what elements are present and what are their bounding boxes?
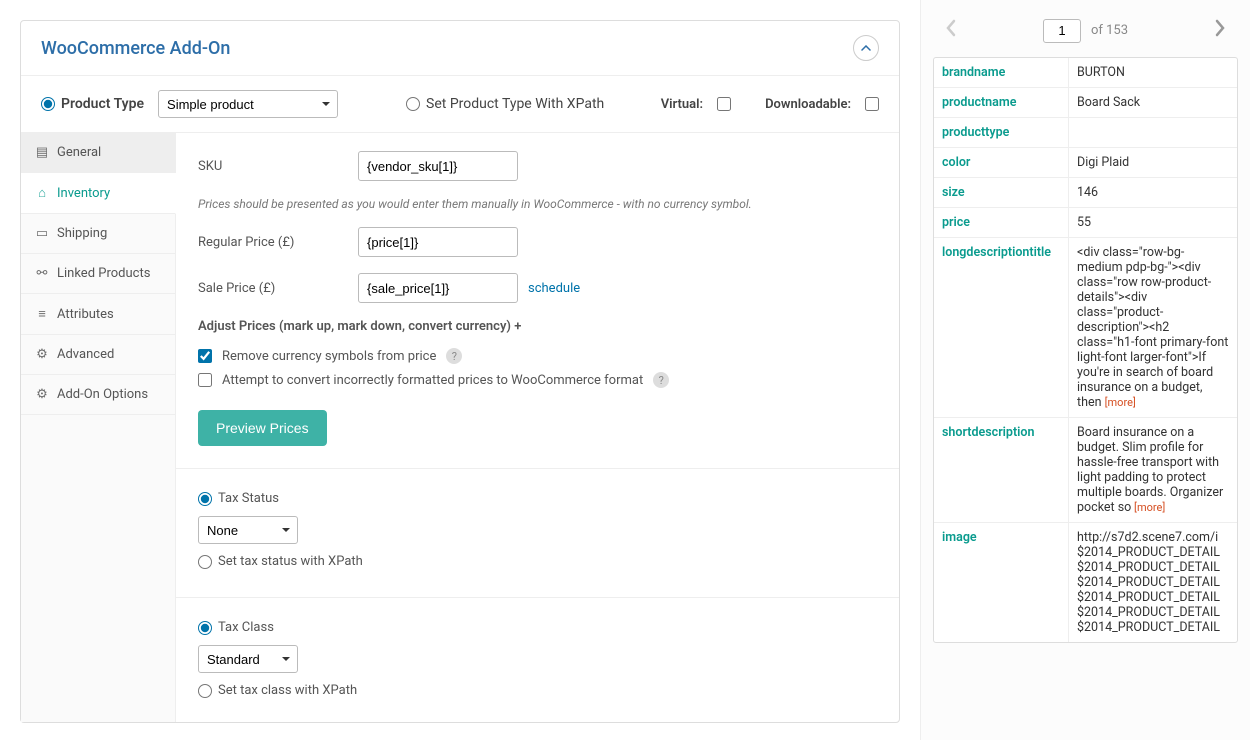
link-icon: ⚯ bbox=[35, 266, 49, 281]
table-key: longdescriptiontitle bbox=[934, 238, 1069, 417]
tab-advanced[interactable]: ⚙Advanced bbox=[21, 335, 175, 375]
collapse-panel-button[interactable] bbox=[853, 35, 879, 61]
tax-class-radio-wrap[interactable]: Tax Class bbox=[198, 620, 877, 635]
price-note: Prices should be presented as you would … bbox=[198, 197, 877, 211]
table-row: shortdescriptionBoard insurance on a bud… bbox=[934, 418, 1237, 523]
tax-status-xpath-radio-wrap[interactable]: Set tax status with XPath bbox=[198, 554, 877, 569]
table-key: shortdescription bbox=[934, 418, 1069, 522]
table-row: longdescriptiontitle<div class="row-bg-m… bbox=[934, 238, 1237, 418]
more-link[interactable]: [more] bbox=[1105, 396, 1136, 409]
product-type-xpath-label: Set Product Type With XPath bbox=[426, 96, 604, 112]
chevron-left-icon bbox=[945, 19, 957, 37]
table-value: 55 bbox=[1069, 208, 1237, 237]
regular-price-label: Regular Price (£) bbox=[198, 235, 348, 250]
pager-next-button[interactable] bbox=[1206, 18, 1234, 43]
convert-format-checkbox[interactable] bbox=[198, 373, 212, 387]
table-key: producttype bbox=[934, 118, 1069, 147]
preview-prices-button[interactable]: Preview Prices bbox=[198, 410, 327, 446]
tax-class-xpath-radio[interactable] bbox=[198, 684, 212, 698]
table-key: price bbox=[934, 208, 1069, 237]
table-value: http://s7d2.scene7.com/i $2014_PRODUCT_D… bbox=[1069, 523, 1237, 642]
tax-status-xpath-label: Set tax status with XPath bbox=[218, 554, 363, 569]
pager-prev-button[interactable] bbox=[937, 18, 965, 43]
tax-class-xpath-radio-wrap[interactable]: Set tax class with XPath bbox=[198, 683, 877, 698]
tab-addon-options[interactable]: ⚙Add-On Options bbox=[21, 375, 175, 415]
table-value: 146 bbox=[1069, 178, 1237, 207]
sku-input[interactable] bbox=[358, 151, 518, 181]
product-type-label: Product Type bbox=[61, 96, 144, 112]
product-type-xpath-radio-wrap[interactable]: Set Product Type With XPath bbox=[406, 96, 604, 112]
tax-class-select[interactable]: Standard bbox=[198, 645, 298, 673]
table-value: Board Sack bbox=[1069, 88, 1237, 117]
tax-class-radio[interactable] bbox=[198, 621, 212, 635]
regular-price-input[interactable] bbox=[358, 227, 518, 257]
tab-general[interactable]: ▤General bbox=[21, 133, 175, 173]
tax-class-label: Tax Class bbox=[218, 620, 274, 635]
product-type-radio[interactable] bbox=[41, 97, 55, 111]
product-type-xpath-radio[interactable] bbox=[406, 97, 420, 111]
table-key: size bbox=[934, 178, 1069, 207]
virtual-checkbox[interactable] bbox=[717, 97, 731, 111]
tab-inventory[interactable]: ⌂Inventory bbox=[21, 173, 176, 214]
help-icon[interactable]: ? bbox=[653, 372, 669, 388]
tab-attributes[interactable]: ≡Attributes bbox=[21, 294, 175, 335]
convert-format-label: Attempt to convert incorrectly formatted… bbox=[222, 373, 643, 388]
table-key: color bbox=[934, 148, 1069, 177]
table-key: productname bbox=[934, 88, 1069, 117]
table-value: Board insurance on a budget. Slim profil… bbox=[1069, 418, 1237, 522]
sku-label: SKU bbox=[198, 159, 348, 174]
table-row: price55 bbox=[934, 208, 1237, 238]
downloadable-label: Downloadable: bbox=[765, 97, 851, 112]
table-value bbox=[1069, 118, 1237, 147]
tab-linked-products[interactable]: ⚯Linked Products bbox=[21, 254, 175, 294]
table-value: <div class="row-bg-medium pdp-bg-"><div … bbox=[1069, 238, 1237, 417]
wrench-icon: ▤ bbox=[35, 145, 49, 160]
tax-status-label: Tax Status bbox=[218, 491, 279, 506]
table-row: brandnameBURTON bbox=[934, 58, 1237, 88]
table-value: BURTON bbox=[1069, 58, 1237, 87]
product-type-radio-wrap[interactable]: Product Type bbox=[41, 96, 144, 112]
tax-status-radio[interactable] bbox=[198, 492, 212, 506]
inventory-icon: ⌂ bbox=[35, 185, 49, 201]
gear-icon: ⚙ bbox=[35, 387, 49, 402]
table-row: imagehttp://s7d2.scene7.com/i $2014_PROD… bbox=[934, 523, 1237, 642]
list-icon: ≡ bbox=[35, 306, 49, 322]
chevron-up-icon bbox=[861, 45, 871, 51]
table-row: producttype bbox=[934, 118, 1237, 148]
table-key: image bbox=[934, 523, 1069, 642]
gear-icon: ⚙ bbox=[35, 347, 49, 362]
tax-status-xpath-radio[interactable] bbox=[198, 555, 212, 569]
table-row: size146 bbox=[934, 178, 1237, 208]
remove-currency-checkbox[interactable] bbox=[198, 349, 212, 363]
more-link[interactable]: [more] bbox=[1131, 501, 1165, 514]
tax-class-xpath-label: Set tax class with XPath bbox=[218, 683, 357, 698]
table-row: productnameBoard Sack bbox=[934, 88, 1237, 118]
sale-price-input[interactable] bbox=[358, 273, 518, 303]
downloadable-checkbox[interactable] bbox=[865, 97, 879, 111]
remove-currency-label: Remove currency symbols from price bbox=[222, 349, 436, 364]
schedule-link[interactable]: schedule bbox=[528, 281, 580, 296]
truck-icon: ▭ bbox=[35, 226, 49, 241]
table-value: Digi Plaid bbox=[1069, 148, 1237, 177]
panel-title: WooCommerce Add-On bbox=[41, 38, 230, 59]
preview-data-table: brandnameBURTONproductnameBoard Sackprod… bbox=[933, 57, 1238, 643]
pager-current-input[interactable] bbox=[1043, 19, 1081, 43]
adjust-prices-toggle[interactable]: Adjust Prices (mark up, mark down, conve… bbox=[198, 319, 877, 334]
virtual-label: Virtual: bbox=[661, 97, 703, 112]
table-key: brandname bbox=[934, 58, 1069, 87]
sale-price-label: Sale Price (£) bbox=[198, 281, 348, 296]
help-icon[interactable]: ? bbox=[446, 348, 462, 364]
table-row: colorDigi Plaid bbox=[934, 148, 1237, 178]
tab-shipping[interactable]: ▭Shipping bbox=[21, 214, 175, 254]
chevron-right-icon bbox=[1214, 19, 1226, 37]
tax-status-select[interactable]: None bbox=[198, 516, 298, 544]
pager-total-label: of 153 bbox=[1091, 23, 1128, 38]
product-type-select[interactable]: Simple product bbox=[158, 90, 338, 118]
tax-status-radio-wrap[interactable]: Tax Status bbox=[198, 491, 877, 506]
